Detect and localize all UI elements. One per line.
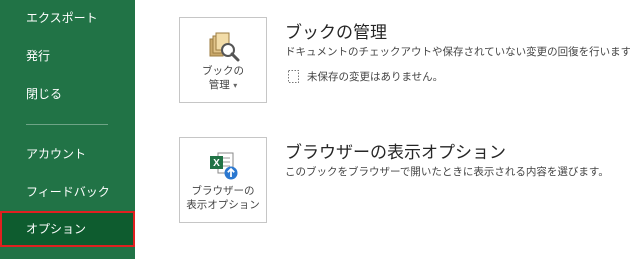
nav-item-export-label: エクスポート — [26, 11, 98, 25]
manage-workbook-icon — [209, 32, 240, 62]
document-dotted-icon — [288, 70, 299, 83]
manage-workbook-button[interactable]: ブックの 管理 ▾ — [179, 17, 267, 103]
manage-workbook-button-label-1: ブックの — [202, 65, 244, 77]
nav-item-feedback-label: フィードバック — [26, 185, 110, 199]
nav-item-publish-label: 発行 — [26, 49, 51, 63]
browser-view-options-button[interactable]: X ブラウザーの 表示オプション — [179, 137, 267, 223]
browser-view-options-icon: X — [210, 152, 238, 180]
nav-item-feedback[interactable]: フィードバック — [0, 174, 135, 210]
manage-workbook-info-text: 未保存の変更はありません。 — [307, 71, 444, 83]
browser-view-options-title: ブラウザーの表示オプション — [285, 143, 506, 163]
nav-item-close[interactable]: 閉じる — [0, 76, 135, 112]
browser-view-options-button-label-1: ブラウザーの — [191, 185, 255, 197]
nav-item-close-label: 閉じる — [26, 87, 63, 101]
main-content: ブックの 管理 ▾ ブックの管理 ドキュメントのチェックアウトや保存されていない… — [135, 0, 630, 259]
nav-item-account[interactable]: アカウント — [0, 136, 135, 172]
manage-workbook-title: ブックの管理 — [285, 23, 387, 43]
sidebar-divider — [26, 124, 108, 125]
svg-text:X: X — [213, 158, 220, 169]
nav-item-options-label: オプション — [26, 222, 87, 236]
manage-workbook-description: ドキュメントのチェックアウトや保存されていない変更の回復を行います。 — [285, 46, 630, 58]
nav-item-options[interactable]: オプション — [0, 211, 135, 247]
nav-item-publish[interactable]: 発行 — [0, 38, 135, 74]
nav-item-export[interactable]: エクスポート — [0, 0, 135, 36]
manage-workbook-button-label-2-text: 管理 — [208, 79, 230, 91]
manage-workbook-button-label-2: 管理 ▾ — [180, 79, 266, 92]
backstage-sidebar: エクスポート 発行 閉じる アカウント フィードバック オプション — [0, 0, 135, 259]
nav-item-account-label: アカウント — [26, 147, 87, 161]
manage-workbook-info: 未保存の変更はありません。 — [288, 69, 443, 84]
browser-view-options-button-label-2: 表示オプション — [186, 199, 260, 211]
browser-view-options-description: このブックをブラウザーで開いたときに表示される内容を選びます。 — [285, 166, 609, 178]
chevron-down-icon: ▾ — [230, 81, 238, 90]
